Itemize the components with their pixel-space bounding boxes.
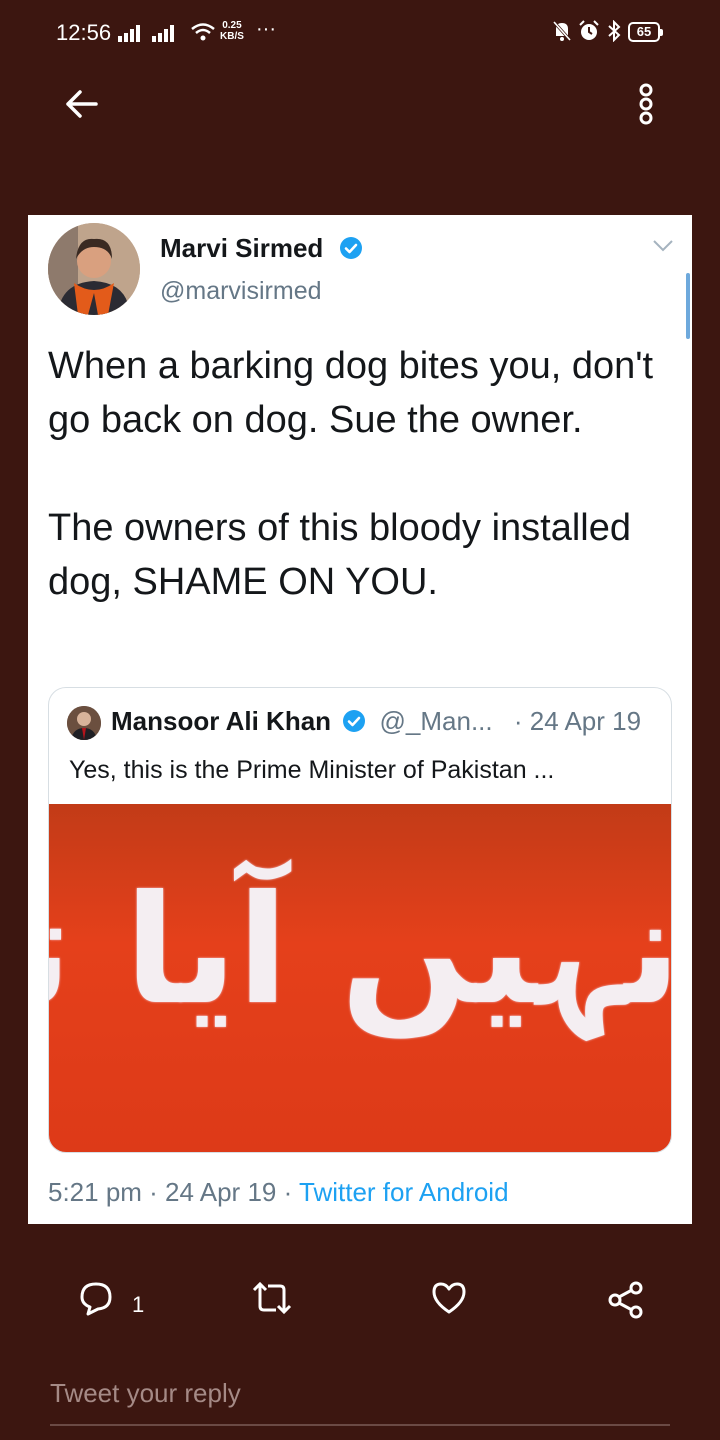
status-time: 12:56 [56,20,112,45]
more-options-button[interactable] [628,80,664,128]
tweet-card: Marvi Sirmed @marvisirmed When a barking… [28,215,692,1224]
quoted-header: Mansoor Ali Khan @_Man... · 24 Apr 19 [111,706,641,737]
network-speed-value: 0.25 [222,20,242,31]
reply-count: 1 [132,1292,145,1317]
tweet-actions [0,1280,720,1340]
retweet-icon[interactable] [252,1280,292,1316]
network-speed-unit: KB/S [220,31,244,42]
quoted-verified-badge-icon [343,710,366,732]
status-bar: 12:56 0.25 KB/S ··· 65 [0,0,720,68]
author-avatar[interactable] [48,223,140,315]
reply-icon[interactable] [78,1280,114,1316]
signal-icon [118,25,140,42]
network-speed: 0.25 KB/S [220,20,244,42]
heart-icon[interactable] [430,1280,468,1316]
mute-icon [552,21,572,41]
wifi-icon [191,23,215,41]
bluetooth-icon [608,20,621,42]
tweet-timestamp: 5:21 pm · 24 Apr 19 · Twitter for Androi… [48,1177,509,1208]
chevron-down-icon[interactable] [652,239,674,253]
reply-input[interactable]: Tweet your reply [50,1370,670,1426]
quoted-author-avatar [67,706,101,740]
quoted-image-urdu-text: نہیں آیا تھا [49,864,671,1038]
quoted-avatar-photo [67,706,101,740]
author-name-text: Marvi Sirmed [160,233,324,263]
tweet-text: When a barking dog bites you, don't go b… [48,345,654,603]
tweet-source-link[interactable]: Twitter for Android [299,1177,509,1207]
author-name[interactable]: Marvi Sirmed [160,233,363,264]
signal-icon-2 [152,25,174,42]
quoted-tweet-image[interactable]: نہیں آیا تھا [49,804,671,1152]
tweet-time-date: 5:21 pm · 24 Apr 19 · [48,1177,299,1207]
share-icon[interactable] [606,1280,646,1320]
back-button[interactable] [60,82,104,126]
quoted-author-handle: @_Man... [379,706,493,736]
alarm-icon [579,20,599,40]
avatar-photo [48,223,140,315]
quoted-author-name: Mansoor Ali Khan [111,706,332,736]
quoted-tweet[interactable]: Mansoor Ali Khan @_Man... · 24 Apr 19 Ye… [48,687,672,1153]
verified-badge-icon [339,237,362,259]
author-handle[interactable]: @marvisirmed [160,277,322,306]
scroll-indicator [686,273,690,339]
quoted-date: · 24 Apr 19 [513,706,642,736]
arrow-left-icon [66,90,98,118]
more-vertical-icon [639,83,653,125]
battery-icon: 65 [628,22,663,42]
quoted-tweet-text: Yes, this is the Prime Minister of Pakis… [69,756,555,784]
status-overflow: ··· [256,18,276,40]
